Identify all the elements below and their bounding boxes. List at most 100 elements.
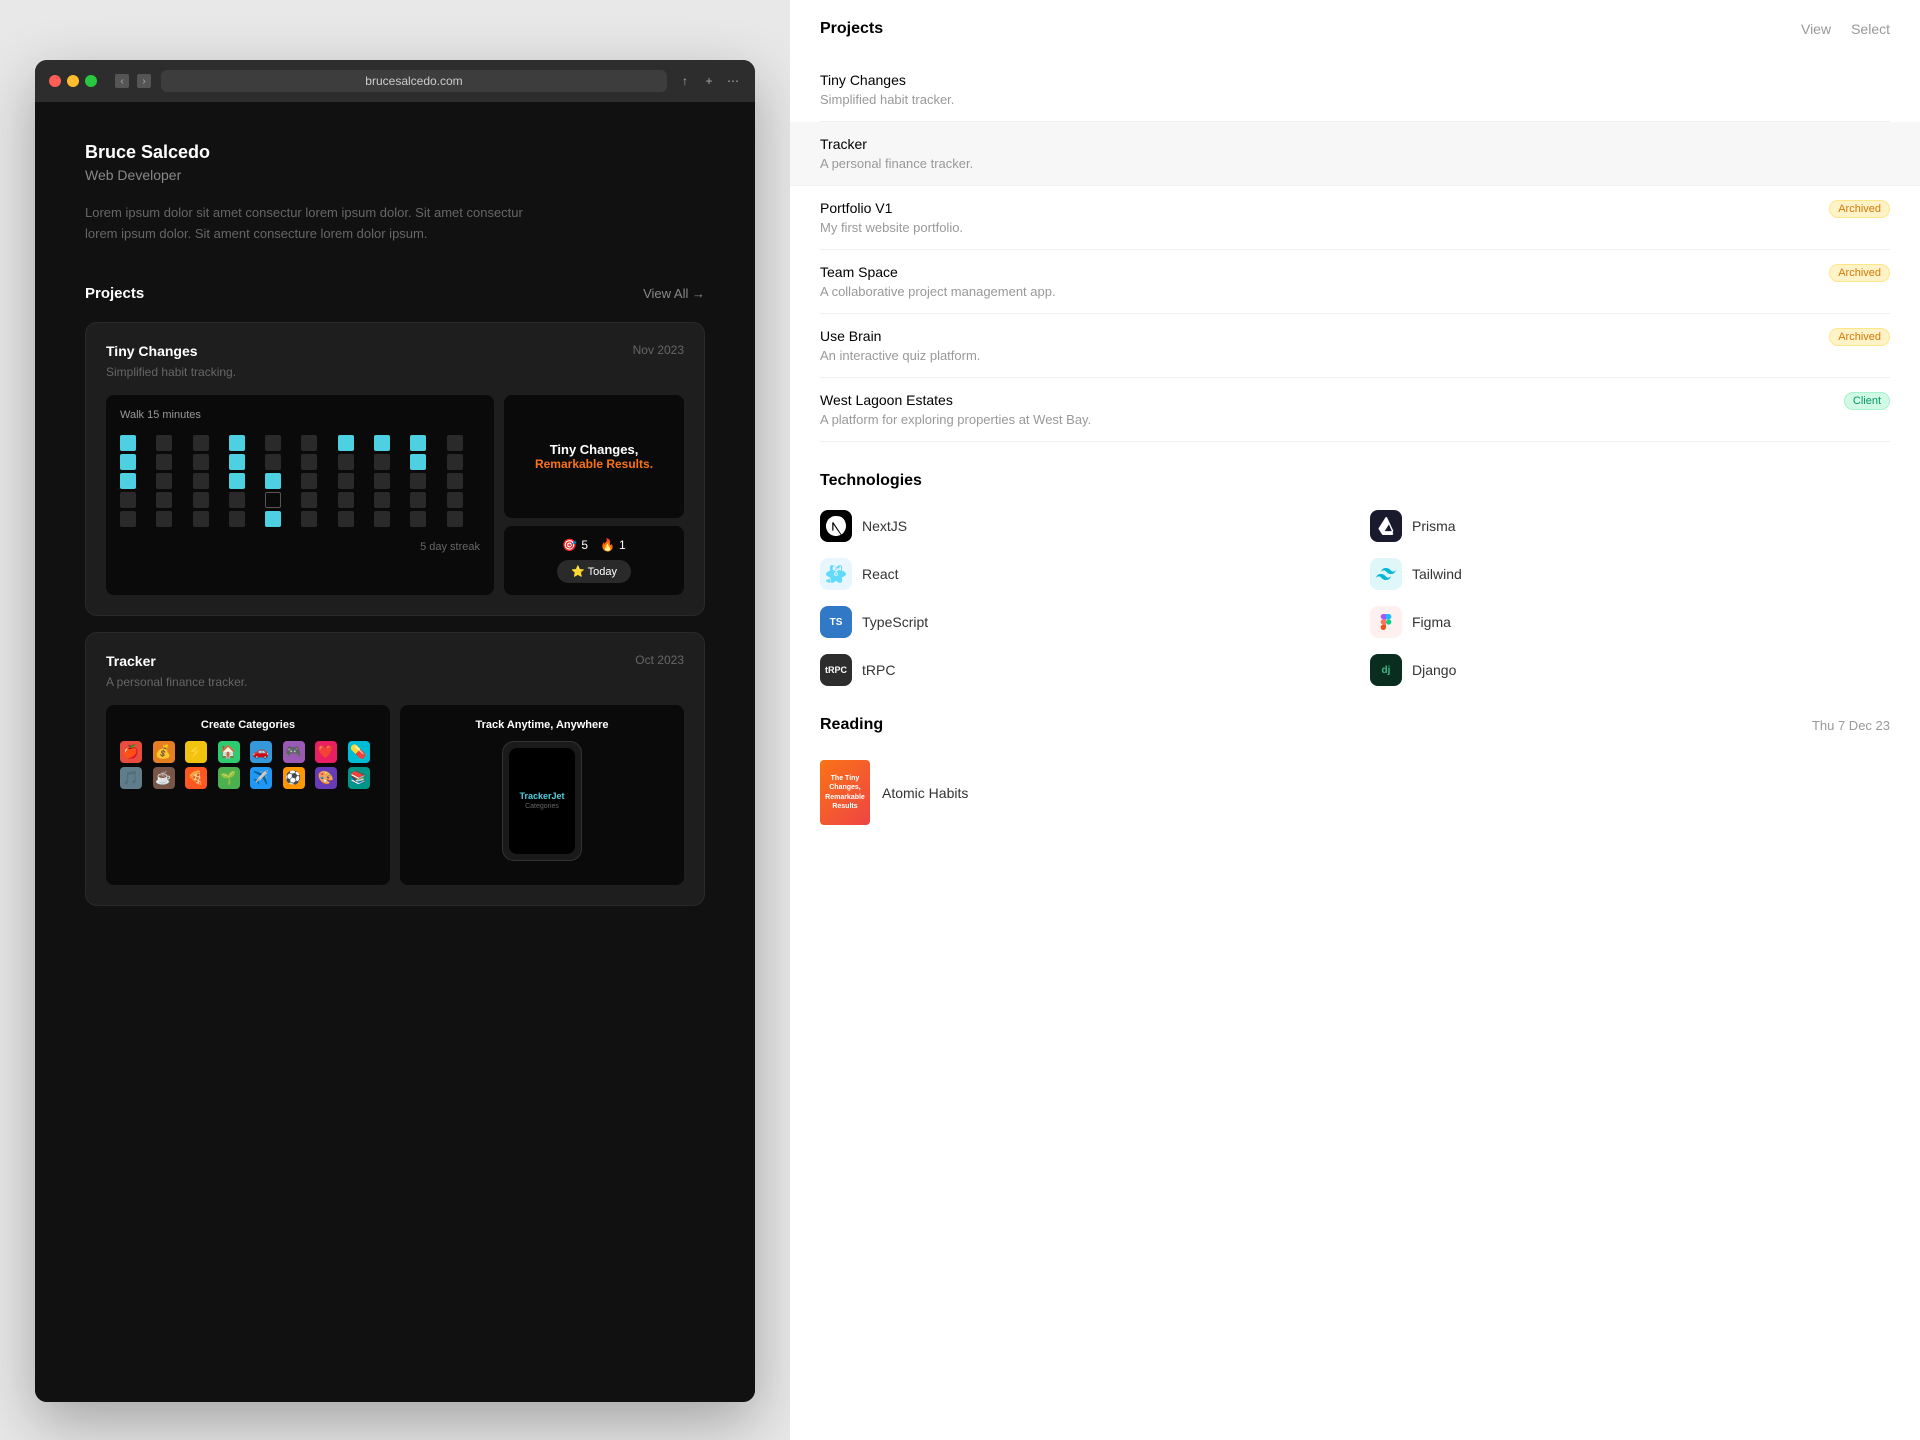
tiny-changes-name: Tiny Changes [106, 343, 198, 359]
habit-cell [229, 492, 245, 508]
project-list-desc: A collaborative project management app. [820, 284, 1056, 299]
book-cover: The TinyChanges,RemarkableResults [820, 760, 870, 825]
habit-cell [265, 492, 281, 508]
trpc-label: tRPC [862, 662, 895, 678]
project-list-name: Portfolio V1 [820, 200, 963, 216]
habit-cell [410, 473, 426, 489]
more-options-icon[interactable]: ⋯ [725, 73, 741, 89]
prisma-icon [1370, 510, 1402, 542]
browser-right-controls: ↑ + ⋯ [677, 73, 741, 89]
traffic-lights [49, 75, 97, 87]
emoji-icon: ⚽ [283, 767, 305, 789]
project-list-name: Tiny Changes [820, 72, 954, 88]
emoji-icon: 🍕 [185, 767, 207, 789]
address-bar[interactable]: brucesalcedo.com [161, 70, 667, 92]
project-list-item-team-space[interactable]: Team Space A collaborative project manag… [820, 250, 1890, 314]
browser-content: Bruce Salcedo Web Developer Lorem ipsum … [35, 102, 755, 1402]
project-list-item-use-brain[interactable]: Use Brain An interactive quiz platform. … [820, 314, 1890, 378]
tracker-desc: A personal finance tracker. [106, 675, 684, 689]
habit-cell [120, 511, 136, 527]
project-list-item-portfolio-v1[interactable]: Portfolio V1 My first website portfolio.… [820, 186, 1890, 250]
django-icon: dj [1370, 654, 1402, 686]
view-all-link[interactable]: View All → [643, 286, 705, 301]
habit-cell [229, 511, 245, 527]
react-icon [820, 558, 852, 590]
traffic-light-red[interactable] [49, 75, 61, 87]
habit-cell [301, 511, 317, 527]
habit-cell [120, 435, 136, 451]
project-list-item-info: Portfolio V1 My first website portfolio. [820, 200, 963, 235]
tech-grid: NextJS Prisma React Tai [820, 510, 1890, 686]
archived-badge: Archived [1829, 264, 1890, 282]
habit-cell [301, 473, 317, 489]
project-list-item-tiny-changes[interactable]: Tiny Changes Simplified habit tracker. [820, 58, 1890, 122]
habit-cell [410, 435, 426, 451]
profile-name: Bruce Salcedo [85, 142, 705, 163]
nextjs-label: NextJS [862, 518, 907, 534]
prisma-label: Prisma [1412, 518, 1456, 534]
add-tab-icon[interactable]: + [701, 73, 717, 89]
project-list-desc: A platform for exploring properties at W… [820, 412, 1091, 427]
habit-cell [338, 511, 354, 527]
habit-cell [156, 473, 172, 489]
view-action[interactable]: View [1801, 21, 1831, 37]
tracker-card-header: Tracker Oct 2023 [106, 653, 684, 669]
emoji-icon: 🚗 [250, 741, 272, 763]
tech-item-figma: Figma [1370, 606, 1890, 638]
emoji-icon: 🌱 [218, 767, 240, 789]
tracker-anytime-preview: Track Anytime, Anywhere TrackerJet Categ… [400, 705, 684, 885]
projects-section-header: Projects View All → [85, 285, 705, 302]
emoji-icon: ✈️ [250, 767, 272, 789]
nextjs-icon [820, 510, 852, 542]
tiny-changes-right-preview: Tiny Changes, Remarkable Results. 🎯 5 [504, 395, 684, 595]
project-list-desc: Simplified habit tracker. [820, 92, 954, 107]
project-list-name: Use Brain [820, 328, 980, 344]
stat-fire-val: 1 [619, 538, 626, 552]
figma-icon [1370, 606, 1402, 638]
habit-cell [301, 454, 317, 470]
traffic-light-yellow[interactable] [67, 75, 79, 87]
project-list-item-west-lagoon[interactable]: West Lagoon Estates A platform for explo… [820, 378, 1890, 442]
select-action[interactable]: Select [1851, 21, 1890, 37]
emoji-icon: 🏠 [218, 741, 240, 763]
browser-window: ‹ › brucesalcedo.com ↑ + ⋯ Bruce Salcedo… [35, 60, 755, 1402]
right-panel: Projects View Select Tiny Changes Simpli… [790, 0, 1920, 1440]
habit-cell [301, 435, 317, 451]
tiny-changes-card-header: Tiny Changes Nov 2023 [106, 343, 684, 359]
tiny-changes-card[interactable]: Tiny Changes Nov 2023 Simplified habit t… [85, 322, 705, 616]
habit-grid [120, 435, 480, 527]
tracker-date: Oct 2023 [635, 653, 684, 667]
reading-section: Reading Thu 7 Dec 23 The TinyChanges,Rem… [820, 716, 1890, 835]
nav-forward-button[interactable]: › [137, 74, 151, 88]
project-list-desc: An interactive quiz platform. [820, 348, 980, 363]
tracker-preview: Create Categories 🍎 💰 ⚡ 🏠 🚗 🎮 ❤️ 💊 [106, 705, 684, 885]
habit-cell [265, 454, 281, 470]
habit-cell [193, 435, 209, 451]
tech-item-typescript: TS TypeScript [820, 606, 1340, 638]
panel-header: Projects View Select [820, 20, 1890, 38]
emoji-grid: 🍎 💰 ⚡ 🏠 🚗 🎮 ❤️ 💊 🎵 ☕ 🍕 [120, 741, 376, 789]
habit-cell [447, 492, 463, 508]
project-list-item-info: Tiny Changes Simplified habit tracker. [820, 72, 954, 107]
nav-back-button[interactable]: ‹ [115, 74, 129, 88]
profile-title: Web Developer [85, 167, 705, 183]
today-button[interactable]: ⭐ Today [557, 560, 631, 583]
streak-label: 5 day streak [120, 541, 480, 553]
habit-cell [156, 435, 172, 451]
tracker-card[interactable]: Tracker Oct 2023 A personal finance trac… [85, 632, 705, 906]
panel-actions: View Select [1801, 21, 1890, 37]
share-icon[interactable]: ↑ [677, 73, 693, 89]
typescript-label: TypeScript [862, 614, 928, 630]
traffic-light-green[interactable] [85, 75, 97, 87]
tech-item-trpc: tRPC tRPC [820, 654, 1340, 686]
book-item[interactable]: The TinyChanges,RemarkableResults Atomic… [820, 750, 1890, 835]
reading-date: Thu 7 Dec 23 [1812, 718, 1890, 733]
habit-cell [374, 473, 390, 489]
project-list-name: Team Space [820, 264, 1056, 280]
emoji-icon: ⚡ [185, 741, 207, 763]
reading-title: Reading [820, 716, 883, 734]
project-list-item-tracker[interactable]: Tracker A personal finance tracker. [790, 122, 1920, 186]
habit-cell [229, 473, 245, 489]
emoji-icon: 🎵 [120, 767, 142, 789]
tech-item-nextjs: NextJS [820, 510, 1340, 542]
